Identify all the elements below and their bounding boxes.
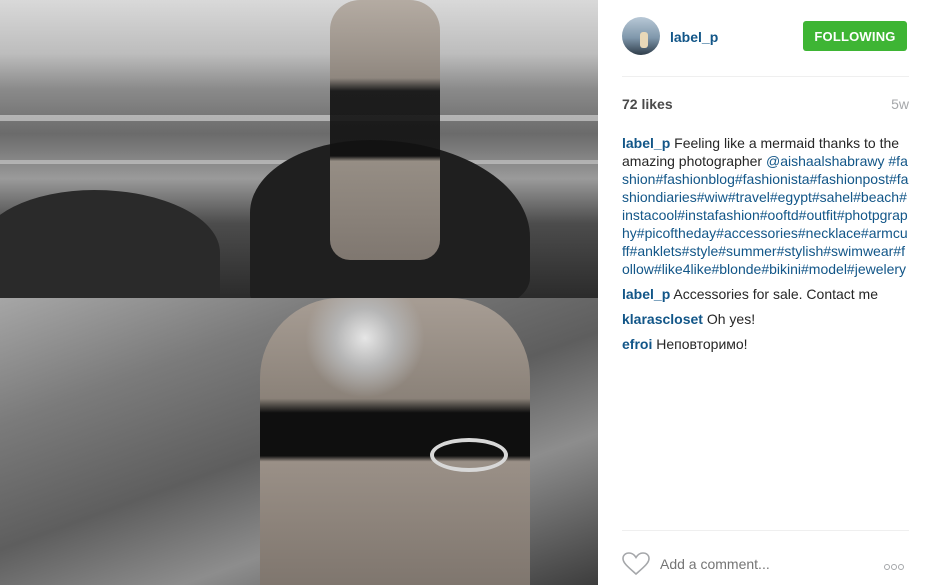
comment-text: Неповторимо! — [656, 336, 748, 352]
comment-text: Accessories for sale. Contact me — [673, 286, 879, 302]
comment-text: Oh yes! — [706, 311, 756, 327]
dot — [891, 564, 897, 570]
dot — [898, 564, 904, 570]
wave-line — [0, 115, 598, 121]
dot — [884, 564, 890, 570]
armcuff — [430, 438, 508, 472]
author-username[interactable]: label_p — [670, 29, 718, 45]
list-item: klarascloset Oh yes! — [622, 310, 909, 328]
heart-icon[interactable] — [622, 552, 650, 576]
post-side-panel: label_p FOLLOWING 72 likes 5w label_p Fe… — [598, 0, 929, 585]
comments-list: label_p Feeling like a mermaid thanks to… — [622, 134, 909, 360]
avatar-figure — [640, 32, 648, 48]
avatar[interactable] — [622, 17, 660, 55]
caption-comment: label_p Feeling like a mermaid thanks to… — [622, 134, 909, 278]
rock — [0, 190, 220, 310]
photo-top-scene — [0, 0, 598, 310]
post-viewer: label_p FOLLOWING 72 likes 5w label_p Fe… — [0, 0, 929, 585]
comment-input[interactable] — [660, 554, 860, 574]
hashtags[interactable]: #fashion#fashionblog#fashionista#fashion… — [622, 153, 908, 277]
divider — [622, 530, 909, 531]
comment-username[interactable]: klarascloset — [622, 311, 703, 327]
more-options-icon[interactable] — [884, 557, 910, 570]
list-item: label_p Accessories for sale. Contact me — [622, 285, 909, 303]
following-button[interactable]: FOLLOWING — [803, 21, 907, 51]
list-item: efroi Неповторимо! — [622, 335, 909, 353]
likes-count[interactable]: 72 likes — [622, 96, 673, 112]
mention-link[interactable]: @aishaalshabrawy — [766, 153, 885, 169]
post-header: label_p FOLLOWING — [622, 16, 909, 77]
comment-username[interactable]: label_p — [622, 286, 670, 302]
post-time[interactable]: 5w — [891, 96, 909, 112]
comment-username[interactable]: efroi — [622, 336, 652, 352]
comment-username[interactable]: label_p — [622, 135, 670, 151]
necklace — [305, 298, 425, 398]
post-photo[interactable] — [0, 0, 598, 585]
model-figure — [330, 0, 440, 260]
